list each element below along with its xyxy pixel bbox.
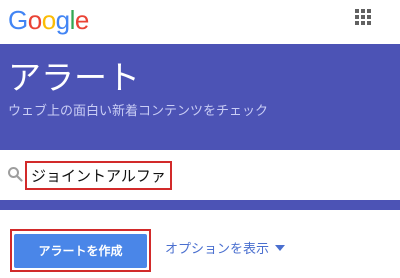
logo-letter: o <box>27 5 42 35</box>
search-input[interactable]: ジョイントアルファ <box>25 161 172 190</box>
google-logo[interactable]: Google <box>8 3 89 37</box>
logo-letter: o <box>41 5 56 35</box>
caret-down-icon <box>275 245 286 251</box>
logo-letter: e <box>74 5 89 35</box>
logo-letter: G <box>8 5 28 35</box>
page-subtitle: ウェブ上の面白い新着コンテンツをチェック <box>8 104 269 119</box>
logo-letter: g <box>55 5 70 35</box>
apps-grid-icon[interactable] <box>355 9 371 25</box>
show-options-label: オプションを表示 <box>165 242 270 257</box>
show-options-link[interactable]: オプションを表示 <box>165 241 286 259</box>
create-alert-button[interactable]: アラートを作成 <box>14 234 147 268</box>
page-title: アラート <box>8 58 140 97</box>
top-bar: Google <box>0 0 400 44</box>
search-icon <box>8 167 23 182</box>
